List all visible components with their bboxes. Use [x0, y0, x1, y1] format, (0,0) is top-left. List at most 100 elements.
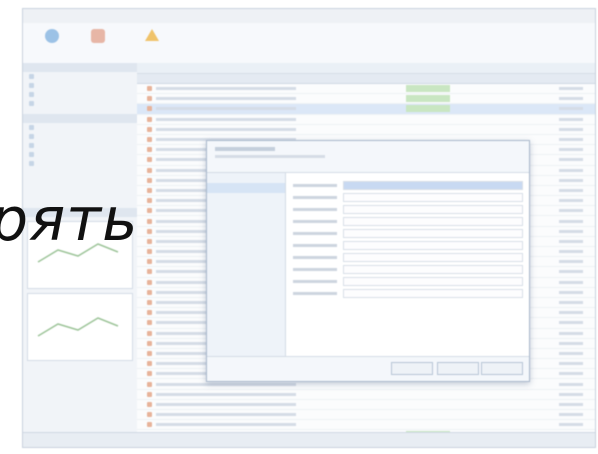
dialog-ok-button[interactable]	[391, 362, 433, 375]
form-field[interactable]	[343, 192, 523, 202]
document-icon	[147, 116, 152, 122]
folder-icon	[29, 143, 34, 148]
document-icon	[147, 106, 152, 112]
left-panel-item[interactable]	[23, 123, 137, 132]
left-panel-item[interactable]	[23, 150, 137, 159]
folder-icon	[29, 74, 34, 79]
document-icon	[147, 86, 152, 92]
table-row[interactable]	[137, 400, 595, 410]
dialog-nav-item[interactable]	[207, 303, 285, 313]
document-icon	[147, 320, 152, 326]
form-field[interactable]	[343, 204, 523, 214]
form-field[interactable]	[343, 264, 523, 274]
dialog-cancel-button[interactable]	[481, 362, 523, 375]
document-icon	[147, 330, 152, 336]
folder-icon	[29, 134, 34, 139]
document-icon	[147, 279, 152, 285]
folder-icon	[29, 152, 34, 157]
ribbon-button-tools[interactable]	[73, 27, 123, 59]
document-icon	[147, 340, 152, 346]
dialog-nav-item[interactable]	[207, 173, 285, 183]
dialog-nav-item[interactable]	[207, 243, 285, 253]
document-properties-dialog	[206, 140, 530, 382]
dialog-nav-item[interactable]	[207, 273, 285, 283]
folder-icon	[29, 101, 34, 106]
left-panel-item[interactable]	[23, 132, 137, 141]
folder-icon	[29, 92, 34, 97]
dialog-nav-item[interactable]	[207, 193, 285, 203]
ribbon-toolbar	[23, 23, 595, 64]
left-panel-item[interactable]	[23, 90, 137, 99]
mini-chart-panel	[27, 293, 133, 361]
table-row[interactable]	[137, 390, 595, 400]
table-row[interactable]	[137, 104, 595, 115]
dialog-footer	[207, 356, 529, 381]
table-row[interactable]	[137, 94, 595, 105]
menu-bar	[23, 9, 595, 24]
document-icon	[147, 412, 152, 418]
dialog-nav-item[interactable]	[207, 203, 285, 213]
document-icon	[147, 269, 152, 275]
document-icon	[147, 157, 152, 163]
form-field[interactable]	[343, 276, 523, 286]
table-row[interactable]	[137, 410, 595, 421]
document-icon	[147, 126, 152, 132]
left-panel-item[interactable]	[23, 81, 137, 90]
document-icon	[147, 350, 152, 356]
document-icon	[147, 238, 152, 244]
left-panel-item[interactable]	[23, 159, 137, 168]
document-icon	[147, 361, 152, 367]
ribbon-button-globe[interactable]	[27, 27, 77, 59]
document-icon	[147, 289, 152, 295]
dialog-nav-item[interactable]	[207, 313, 285, 323]
dialog-nav-item[interactable]	[207, 323, 285, 333]
form-field[interactable]	[343, 288, 523, 298]
grid-toolbar	[137, 63, 595, 74]
tools-icon	[91, 29, 105, 43]
form-field[interactable]	[343, 252, 523, 262]
document-icon	[147, 137, 152, 143]
document-icon	[147, 218, 152, 224]
document-icon	[147, 96, 152, 102]
form-field[interactable]	[343, 240, 523, 250]
dialog-nav-item[interactable]	[207, 223, 285, 233]
dialog-nav-item[interactable]	[207, 253, 285, 263]
warning-icon	[145, 29, 159, 41]
folder-icon	[29, 125, 34, 130]
table-row[interactable]	[137, 84, 595, 95]
table-row[interactable]	[137, 125, 595, 135]
form-field[interactable]	[343, 216, 523, 226]
dialog-nav-item[interactable]	[207, 263, 285, 273]
document-icon	[147, 177, 152, 183]
dialog-nav-item-active[interactable]	[207, 183, 285, 193]
document-icon	[147, 422, 152, 428]
document-icon	[147, 381, 152, 387]
table-row[interactable]	[137, 115, 595, 125]
form-field[interactable]	[343, 180, 523, 190]
table-row[interactable]	[137, 420, 595, 431]
document-icon	[147, 300, 152, 306]
dialog-nav-item[interactable]	[207, 283, 285, 293]
dialog-nav-item[interactable]	[207, 213, 285, 223]
document-icon	[147, 259, 152, 265]
dialog-header	[207, 141, 529, 173]
document-icon	[147, 147, 152, 153]
document-icon	[147, 391, 152, 397]
dialog-nav-item[interactable]	[207, 233, 285, 243]
mini-chart	[37, 317, 119, 337]
dialog-apply-button[interactable]	[437, 362, 479, 375]
overlay-caption-text: рять	[0, 185, 139, 255]
document-icon	[147, 167, 152, 173]
ribbon-button-warning[interactable]	[127, 27, 177, 59]
dialog-navigation	[207, 173, 286, 357]
folder-icon	[29, 83, 34, 88]
form-field[interactable]	[343, 228, 523, 238]
status-bar	[23, 432, 595, 447]
left-panel-item[interactable]	[23, 99, 137, 108]
left-panel-section-header	[23, 63, 137, 72]
globe-icon	[45, 29, 59, 43]
left-panel-item[interactable]	[23, 141, 137, 150]
left-panel-item[interactable]	[23, 72, 137, 81]
dialog-nav-item[interactable]	[207, 293, 285, 303]
folder-icon	[29, 161, 34, 166]
